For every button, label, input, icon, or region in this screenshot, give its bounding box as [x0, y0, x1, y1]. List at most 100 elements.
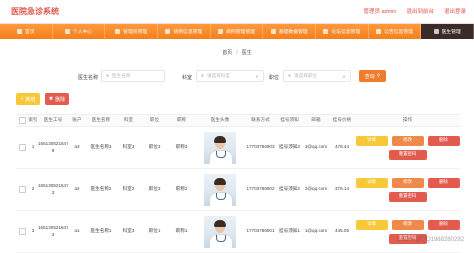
row-select-cell	[16, 186, 28, 193]
search-icon: ⚲	[376, 73, 381, 79]
row-checkbox[interactable]	[18, 228, 26, 235]
notice-cell: 挂号须知2	[279, 186, 300, 192]
ops-group: 详情 修改 删除 重置密码	[355, 177, 460, 202]
doctor-table: 索引 医生工号 账户 医生名称 科室 职位 职称 医生头像 联系方式 挂号须知 …	[16, 114, 460, 253]
doctor-no-cell: 16513052164749 9	[38, 141, 68, 153]
nav-item-label: 首页	[25, 30, 35, 35]
email-cell: 2@qq.com	[304, 186, 328, 192]
doctor-name-cell: 医生名称1	[90, 228, 112, 234]
nav-item-doctor[interactable]: 医生管理	[421, 24, 474, 39]
delete-button[interactable]: ✖ 删除	[45, 93, 69, 105]
detail-button[interactable]: 详情	[355, 135, 388, 146]
breadcrumb: 首页 / 医生	[0, 49, 474, 56]
ops-line: 重置密码	[388, 149, 427, 160]
dept-select[interactable]: ● 请选择科室 ▼	[196, 70, 264, 82]
row-select-cell	[16, 228, 28, 235]
search-button[interactable]: 查询 ⚲	[359, 70, 386, 82]
row-delete-button[interactable]: 删除	[427, 135, 460, 146]
ops-line: 重置密码	[388, 191, 427, 202]
reset-password-label: 重置密码	[398, 151, 417, 157]
user-icon: ●	[201, 73, 205, 79]
detail-button[interactable]: 详情	[355, 219, 388, 230]
doctor-photo	[204, 173, 236, 206]
row-checkbox[interactable]	[18, 186, 26, 193]
dept-placeholder: 请选择科室	[207, 73, 231, 78]
job-cell: 职位1	[148, 228, 161, 234]
column-header: 医生工号	[43, 117, 63, 123]
job-select[interactable]: ● 请选择职位 ▼	[283, 70, 351, 82]
add-button[interactable]: + 新增	[16, 93, 40, 105]
title-cell: 职称3	[175, 144, 188, 150]
ops-cell: 详情 修改 删除 重置密码	[355, 135, 460, 160]
table-row: 3 16513052164770 3 a1 医生名称1 科室3 职位1 职称1 …	[16, 211, 460, 253]
column-header: 职称	[176, 117, 187, 123]
doctor-no-cell: 16513052164770 3	[38, 225, 68, 237]
breadcrumb-separator: /	[236, 50, 238, 56]
column-header: 账户	[72, 117, 82, 123]
logout-link[interactable]: 退出登录	[444, 7, 466, 15]
doctor-no-cell: 16513052164747 3	[38, 183, 68, 195]
row-delete-button-label: 删除	[439, 179, 448, 185]
column-header: 操作	[402, 117, 413, 123]
select-all-checkbox[interactable]	[18, 117, 26, 124]
edit-button[interactable]: 修改	[391, 177, 424, 188]
ops-group: 详情 修改 删除 重置密码	[355, 135, 460, 160]
nav-item-basic-data[interactable]: 基础数据管理	[263, 24, 317, 39]
email-cell: 3@qq.com	[304, 144, 328, 150]
nav-item-case-manage[interactable]: 病例管理管理	[211, 24, 264, 39]
table-row: 1 16513052164749 9 a3 医生名称3 科室3 职位3 职称3 …	[16, 127, 460, 169]
nav-item-home[interactable]: 首页	[0, 24, 53, 39]
photo-stethoscope	[216, 192, 226, 200]
column-header: 挂号价格	[332, 117, 352, 123]
detail-button[interactable]: 详情	[355, 177, 388, 188]
photo-hair	[214, 177, 226, 185]
nav-item-case-info[interactable]: 病例信息管理	[158, 24, 211, 39]
action-row: + 新增 ✖ 删除	[16, 93, 69, 105]
doctor-name-cell: 医生名称3	[90, 144, 112, 150]
row-delete-button-label: 删除	[439, 221, 448, 227]
dept-label: 科室	[182, 75, 193, 81]
detail-button-label: 详情	[367, 221, 376, 227]
reset-password-button[interactable]: 重置密码	[388, 149, 427, 160]
nav-item-notice[interactable]: 公告信息管理	[369, 24, 422, 39]
table-row: 2 16513052164747 3 a2 医生名称2 科室2 职位3 职称2 …	[16, 169, 460, 211]
edit-button[interactable]: 修改	[391, 219, 424, 230]
index-cell: 2	[31, 186, 35, 192]
home-icon	[17, 29, 23, 34]
doctor-icon	[433, 29, 439, 34]
search-bar: 医生名称 ● 医生名称 科室 ● 请选择科室 ▼ 职位 ● 请选择职位 ▼ 查询…	[0, 70, 474, 84]
row-checkbox[interactable]	[18, 144, 26, 151]
app-title: 医院急诊系统	[11, 7, 59, 16]
chevron-down-icon: ▼	[255, 73, 259, 79]
column-header: 科室	[123, 117, 134, 123]
reset-password-button[interactable]: 重置密码	[388, 191, 427, 202]
notice-cell: 挂号须知3	[279, 144, 300, 150]
nav-item-profile[interactable]: 个人中心	[53, 24, 106, 39]
doctor-name-input[interactable]: ● 医生名称	[101, 70, 165, 82]
breadcrumb-home[interactable]: 首页	[222, 50, 232, 56]
job-cell: 职位3	[148, 144, 161, 150]
row-delete-button[interactable]: 删除	[427, 219, 460, 230]
column-header: 职位	[149, 117, 160, 123]
photo-stethoscope	[216, 150, 226, 158]
title-cell: 职称2	[175, 186, 188, 192]
photo-cell	[195, 215, 245, 248]
index-cell: 3	[31, 228, 35, 234]
fee-cell: 445.05	[334, 228, 350, 234]
nav-item-forum[interactable]: 论坛信息管理	[316, 24, 369, 39]
delete-button-label: 删除	[55, 96, 66, 103]
frontend-link[interactable]: 退出到前台	[406, 7, 434, 15]
plus-icon: +	[20, 96, 24, 102]
row-delete-button[interactable]: 删除	[427, 177, 460, 188]
top-bar: 医院急诊系统 管理员 admin 退出到前台 退出登录	[0, 0, 474, 24]
table-header: 索引 医生工号 账户 医生名称 科室 职位 职称 医生头像 联系方式 挂号须知 …	[16, 115, 460, 127]
edit-button-label: 修改	[403, 179, 412, 185]
user-icon	[64, 29, 70, 34]
job-placeholder: 请选择职位	[294, 73, 318, 78]
user-icon: ●	[106, 73, 110, 79]
nav-item-admin[interactable]: 管理员管理	[105, 24, 159, 39]
nav-item-label: 公告信息管理	[384, 30, 413, 35]
account-cell: a2	[74, 186, 80, 192]
user-label: 管理员 admin	[363, 9, 397, 15]
edit-button[interactable]: 修改	[391, 135, 424, 146]
